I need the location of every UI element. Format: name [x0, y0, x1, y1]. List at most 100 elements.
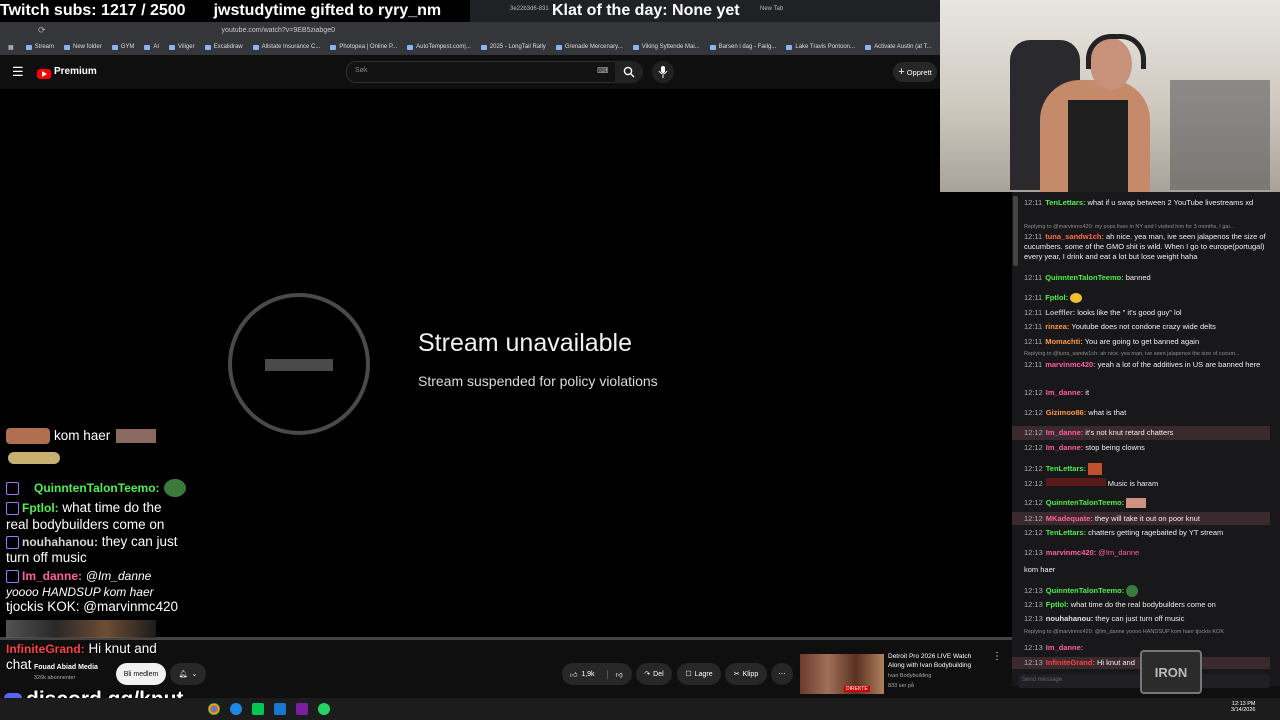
chat-username[interactable]: QuinntenTalonTeemo:	[1045, 273, 1123, 282]
overlay-chat-text: chat	[6, 657, 32, 672]
channel-name[interactable]: Fouad Abiad Media	[34, 664, 98, 671]
chat-username[interactable]: Loeffler:	[1045, 308, 1075, 317]
overlay-chat-line: yoooo HANDSUP kom haer	[6, 584, 154, 600]
chat-text: stop being clowns	[1085, 443, 1145, 452]
youtube-header: ☰ Premium Søk ⌨ + Opprett	[0, 55, 940, 89]
chat-username[interactable]: tuna_sandw1ch:	[1045, 232, 1104, 241]
chat-time: 12:11	[1024, 273, 1043, 282]
document-icon[interactable]	[274, 703, 286, 715]
chat-time: 12:11	[1024, 322, 1043, 331]
chat-time: 12:11	[1024, 293, 1043, 302]
chat-username[interactable]: nouhahanou:	[1046, 614, 1094, 623]
bookmark-item[interactable]: Allstate Insurance C...	[253, 44, 321, 50]
chat-username[interactable]: Im_danne:	[1046, 643, 1084, 652]
chat-input-placeholder: Send message	[1022, 677, 1063, 683]
chat-username[interactable]: MKadequate:	[1046, 514, 1093, 523]
recommended-title[interactable]: Detroit Pro 2026 LIVE Watch Along with I…	[888, 652, 988, 670]
tab-new[interactable]: New Tab	[760, 6, 783, 12]
clip-button[interactable]: ✂ Klipp	[725, 663, 767, 685]
chat-username[interactable]: TenLettars:	[1046, 528, 1086, 537]
unavailable-icon	[228, 293, 370, 435]
chat-username[interactable]: TenLettars:	[1046, 464, 1086, 473]
chat-username[interactable]: marvinmc420:	[1045, 360, 1095, 369]
chat-username[interactable]: Im_danne:	[1046, 428, 1084, 437]
taskbar-clock[interactable]: 12:13 PM 3/14/2026	[1231, 701, 1255, 713]
share-button[interactable]: ↷ Del	[636, 663, 672, 685]
search-placeholder: Søk	[355, 67, 368, 74]
bookmark-item[interactable]: Photopea | Online P...	[330, 44, 397, 50]
chat-username[interactable]: TenLettars:	[1045, 198, 1085, 207]
bookmark-item[interactable]: Grenade Mercenary...	[556, 44, 623, 50]
chat-username[interactable]: marvinmc420:	[1046, 548, 1096, 557]
save-button[interactable]: ☐ Lagre	[677, 663, 721, 685]
overlay-chat-emote	[163, 479, 186, 497]
bookmark-item[interactable]: Barsen i dag - Fælg...	[710, 44, 777, 50]
chat-username[interactable]: Gizimoo86:	[1046, 408, 1086, 417]
save-icon: ☐	[685, 671, 692, 678]
chat-username[interactable]: QuinntenTalonTeemo:	[1046, 586, 1124, 595]
chat-message: 12:12 TenLettars:	[1012, 463, 1270, 475]
youtube-logo[interactable]	[37, 66, 51, 84]
chat-username-redacted[interactable]	[1045, 478, 1106, 486]
more-actions-button[interactable]: ⋯	[771, 663, 793, 685]
reload-icon[interactable]: ⟳	[38, 25, 46, 36]
chat-username[interactable]: rinzea:	[1045, 322, 1069, 331]
bookmark-item[interactable]: GYM	[112, 44, 135, 50]
terminal-icon[interactable]	[252, 703, 264, 715]
chat-message: 12:11 rinzea: Youtube does not condone cra…	[1012, 322, 1270, 332]
menu-icon[interactable]: ☰	[12, 64, 24, 80]
save-label: Lagre	[694, 670, 713, 678]
like-icon[interactable]: 👍︎	[570, 670, 577, 679]
edge-icon[interactable]	[230, 703, 242, 715]
bookmark-item[interactable]: AI	[144, 44, 159, 50]
chat-username[interactable]: Im_danne:	[1046, 443, 1084, 452]
live-badge: DIREKTE	[844, 686, 870, 692]
share-label: Del	[653, 670, 664, 678]
overlay-chat-line: kom haer	[6, 428, 157, 445]
bookmark-item[interactable]: Lake Travis Pontoon...	[786, 44, 855, 50]
app-icon[interactable]	[296, 703, 308, 715]
voice-search-button[interactable]	[652, 61, 674, 83]
bookmark-item[interactable]: Excalidraw	[205, 44, 243, 50]
chat-username[interactable]: Fptlol:	[1045, 293, 1068, 302]
dislike-icon[interactable]: 👎︎	[606, 669, 623, 679]
overlay-chat-text: @Im_danne	[85, 569, 152, 583]
join-button[interactable]: Bli medlem	[116, 663, 166, 685]
bookmark-item[interactable]: AutoTempest.com|...	[407, 44, 471, 50]
chat-message-highlighted: 12:12 Im_danne: it's not knut retard chatt…	[1012, 426, 1270, 440]
search-button[interactable]	[615, 61, 643, 83]
tab-youtube[interactable]: 3e22b3d6-831	[510, 6, 549, 12]
video-player[interactable]	[0, 89, 1012, 637]
taskbar	[0, 698, 1280, 720]
chat-username[interactable]: Fptlol:	[1046, 600, 1069, 609]
overlay-chat-text: kom haer	[54, 428, 111, 443]
bookmark-item[interactable]: New folder	[64, 44, 102, 50]
chat-username[interactable]: Im_danne:	[1046, 388, 1084, 397]
headphones	[1086, 34, 1146, 69]
clip-label: Klipp	[742, 670, 759, 678]
bookmark-item[interactable]: 2025 - LongTail Rally	[481, 44, 546, 50]
apps-icon[interactable]: ▦	[8, 44, 14, 51]
bookmark-item[interactable]: Viking Syttende Mai...	[633, 44, 700, 50]
bookmark-item[interactable]: Activate Austin (at T...	[865, 44, 932, 50]
recommended-thumbnail[interactable]: DIREKTE	[800, 654, 884, 694]
search-input[interactable]: Søk ⌨	[346, 61, 616, 83]
subscriber-badge-icon	[6, 535, 19, 549]
url-field[interactable]: youtube.com/watch?v=9EB5ziabge0	[222, 27, 335, 34]
notification-bell-button[interactable]: 🔔︎ ⌄	[170, 663, 206, 685]
bookmark-item[interactable]: Viliger	[169, 44, 195, 50]
keyboard-icon[interactable]: ⌨	[597, 66, 609, 75]
bookmark-item[interactable]: Stream	[26, 44, 54, 50]
chrome-icon[interactable]	[208, 703, 220, 715]
chat-username[interactable]: Momachti:	[1045, 337, 1083, 346]
create-button[interactable]: + Opprett	[893, 62, 937, 82]
overlay-chat-line: nouhahanou: they can just	[6, 534, 178, 550]
chat-message: 12:11 QuinntenTalonTeemo: banned	[1012, 273, 1270, 283]
recommended-menu-icon[interactable]: ⋮	[992, 651, 1002, 662]
chat-time: 12:12	[1024, 528, 1043, 537]
scissors-icon: ✂	[733, 671, 740, 678]
chat-username[interactable]: InfiniteGrand:	[1046, 658, 1095, 667]
chat-username[interactable]: QuinntenTalonTeemo:	[1046, 498, 1124, 507]
chat-time: 12:11	[1024, 232, 1043, 241]
whatsapp-icon[interactable]	[318, 703, 330, 715]
